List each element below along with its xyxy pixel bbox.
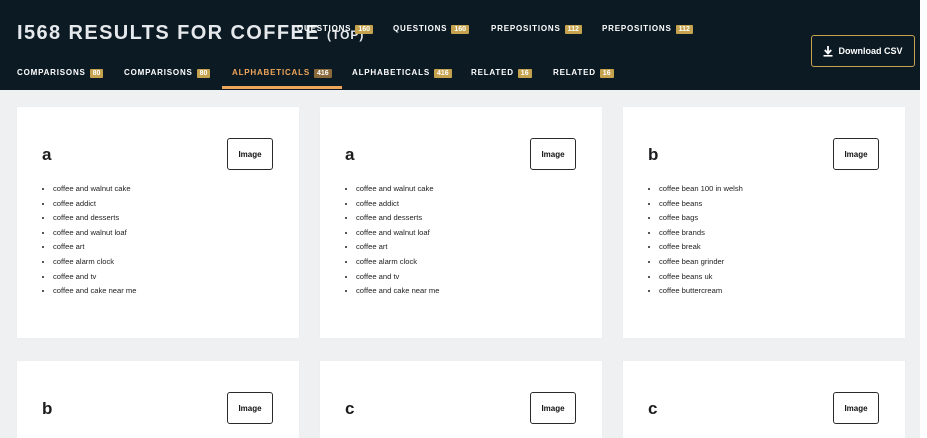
list-item: coffee break xyxy=(659,240,743,255)
tab-comparisons-2[interactable]: COMPARISONS 80 xyxy=(124,68,211,78)
alphabetical-card: c Image xyxy=(623,361,905,438)
list-item: coffee addict xyxy=(356,197,439,212)
tab-related-2[interactable]: RELATED 16 xyxy=(553,68,614,78)
list-item: coffee and cake near me xyxy=(356,284,439,299)
results-header: I568 RESULTS FOR COFFEE (TOP) QUESTIONS 1… xyxy=(0,0,920,90)
tab-label: RELATED xyxy=(471,68,514,77)
alphabetical-card: c Image xyxy=(320,361,602,438)
list-item: coffee and cake near me xyxy=(53,284,136,299)
tab-count-badge: 80 xyxy=(89,69,104,78)
card-letter: c xyxy=(648,399,658,418)
list-item: coffee and desserts xyxy=(356,211,439,226)
image-button[interactable]: Image xyxy=(530,392,576,424)
tab-label: COMPARISONS xyxy=(17,68,86,77)
image-button[interactable]: Image xyxy=(227,392,273,424)
tab-related[interactable]: RELATED 16 xyxy=(471,68,532,78)
list-item: coffee bean grinder xyxy=(659,255,743,270)
tab-prepositions[interactable]: PREPOSITIONS 112 xyxy=(491,24,582,34)
download-icon xyxy=(823,45,833,57)
keyword-list: coffee and walnut cake coffee addict cof… xyxy=(342,182,439,299)
list-item: coffee and tv xyxy=(356,270,439,285)
tab-questions-2[interactable]: QUESTIONS 160 xyxy=(393,24,470,34)
list-item: coffee beans xyxy=(659,197,743,212)
alphabetical-card: b Image coffee bean 100 in welsh coffee … xyxy=(623,107,905,338)
title-main: I568 RESULTS FOR COFFEE xyxy=(17,22,320,44)
tab-label: QUESTIONS xyxy=(393,24,448,33)
tab-count-badge: 416 xyxy=(313,69,332,78)
card-letter: b xyxy=(42,399,53,418)
tab-label: COMPARISONS xyxy=(124,68,193,77)
card-letter: b xyxy=(648,145,659,164)
card-letter: c xyxy=(345,399,355,418)
tab-prepositions-2[interactable]: PREPOSITIONS 112 xyxy=(602,24,693,34)
list-item: coffee and tv xyxy=(53,270,136,285)
tab-count-badge: 416 xyxy=(433,69,452,78)
list-item: coffee alarm clock xyxy=(53,255,136,270)
tab-comparisons[interactable]: COMPARISONS 80 xyxy=(17,68,104,78)
active-tab-indicator xyxy=(222,86,342,89)
image-button[interactable]: Image xyxy=(833,392,879,424)
tab-label: PREPOSITIONS xyxy=(602,24,672,33)
image-button[interactable]: Image xyxy=(227,138,273,170)
image-button[interactable]: Image xyxy=(833,138,879,170)
tab-label: RELATED xyxy=(553,68,596,77)
alphabetical-card: a Image coffee and walnut cake coffee ad… xyxy=(320,107,602,338)
tab-label: ALPHABETICALS xyxy=(352,68,430,77)
list-item: coffee bean 100 in welsh xyxy=(659,182,743,197)
alphabetical-card: a Image coffee and walnut cake coffee ad… xyxy=(17,107,299,338)
list-item: coffee and desserts xyxy=(53,211,136,226)
list-item: coffee and walnut cake xyxy=(53,182,136,197)
tab-count-badge: 112 xyxy=(564,25,582,34)
keyword-list: coffee and walnut cake coffee addict cof… xyxy=(39,182,136,299)
list-item: coffee buttercream xyxy=(659,284,743,299)
tab-count-badge: 112 xyxy=(675,25,693,34)
tab-label: QUESTIONS xyxy=(297,24,352,33)
tab-alphabeticals-2[interactable]: ALPHABETICALS 416 xyxy=(352,68,452,78)
tab-count-badge: 160 xyxy=(451,25,470,34)
tab-label: PREPOSITIONS xyxy=(491,24,561,33)
list-item: coffee beans uk xyxy=(659,270,743,285)
tab-label: ALPHABETICALS xyxy=(232,68,310,77)
image-button[interactable]: Image xyxy=(530,138,576,170)
list-item: coffee art xyxy=(356,240,439,255)
card-letter: a xyxy=(345,145,355,164)
list-item: coffee brands xyxy=(659,226,743,241)
list-item: coffee addict xyxy=(53,197,136,212)
list-item: coffee and walnut loaf xyxy=(53,226,136,241)
tab-count-badge: 80 xyxy=(196,69,211,78)
list-item: coffee and walnut loaf xyxy=(356,226,439,241)
tab-count-badge: 160 xyxy=(355,25,374,34)
list-item: coffee bags xyxy=(659,211,743,226)
download-csv-button[interactable]: Download CSV xyxy=(811,35,915,67)
tab-questions[interactable]: QUESTIONS 160 xyxy=(297,24,374,34)
keyword-list: coffee bean 100 in welsh coffee beans co… xyxy=(645,182,743,299)
list-item: coffee art xyxy=(53,240,136,255)
list-item: coffee alarm clock xyxy=(356,255,439,270)
tab-alphabeticals[interactable]: ALPHABETICALS 416 xyxy=(232,68,332,78)
alphabetical-card: b Image xyxy=(17,361,299,438)
card-letter: a xyxy=(42,145,52,164)
tab-count-badge: 16 xyxy=(599,69,614,78)
tab-count-badge: 16 xyxy=(517,69,532,78)
list-item: coffee and walnut cake xyxy=(356,182,439,197)
download-csv-label: Download CSV xyxy=(838,46,903,56)
